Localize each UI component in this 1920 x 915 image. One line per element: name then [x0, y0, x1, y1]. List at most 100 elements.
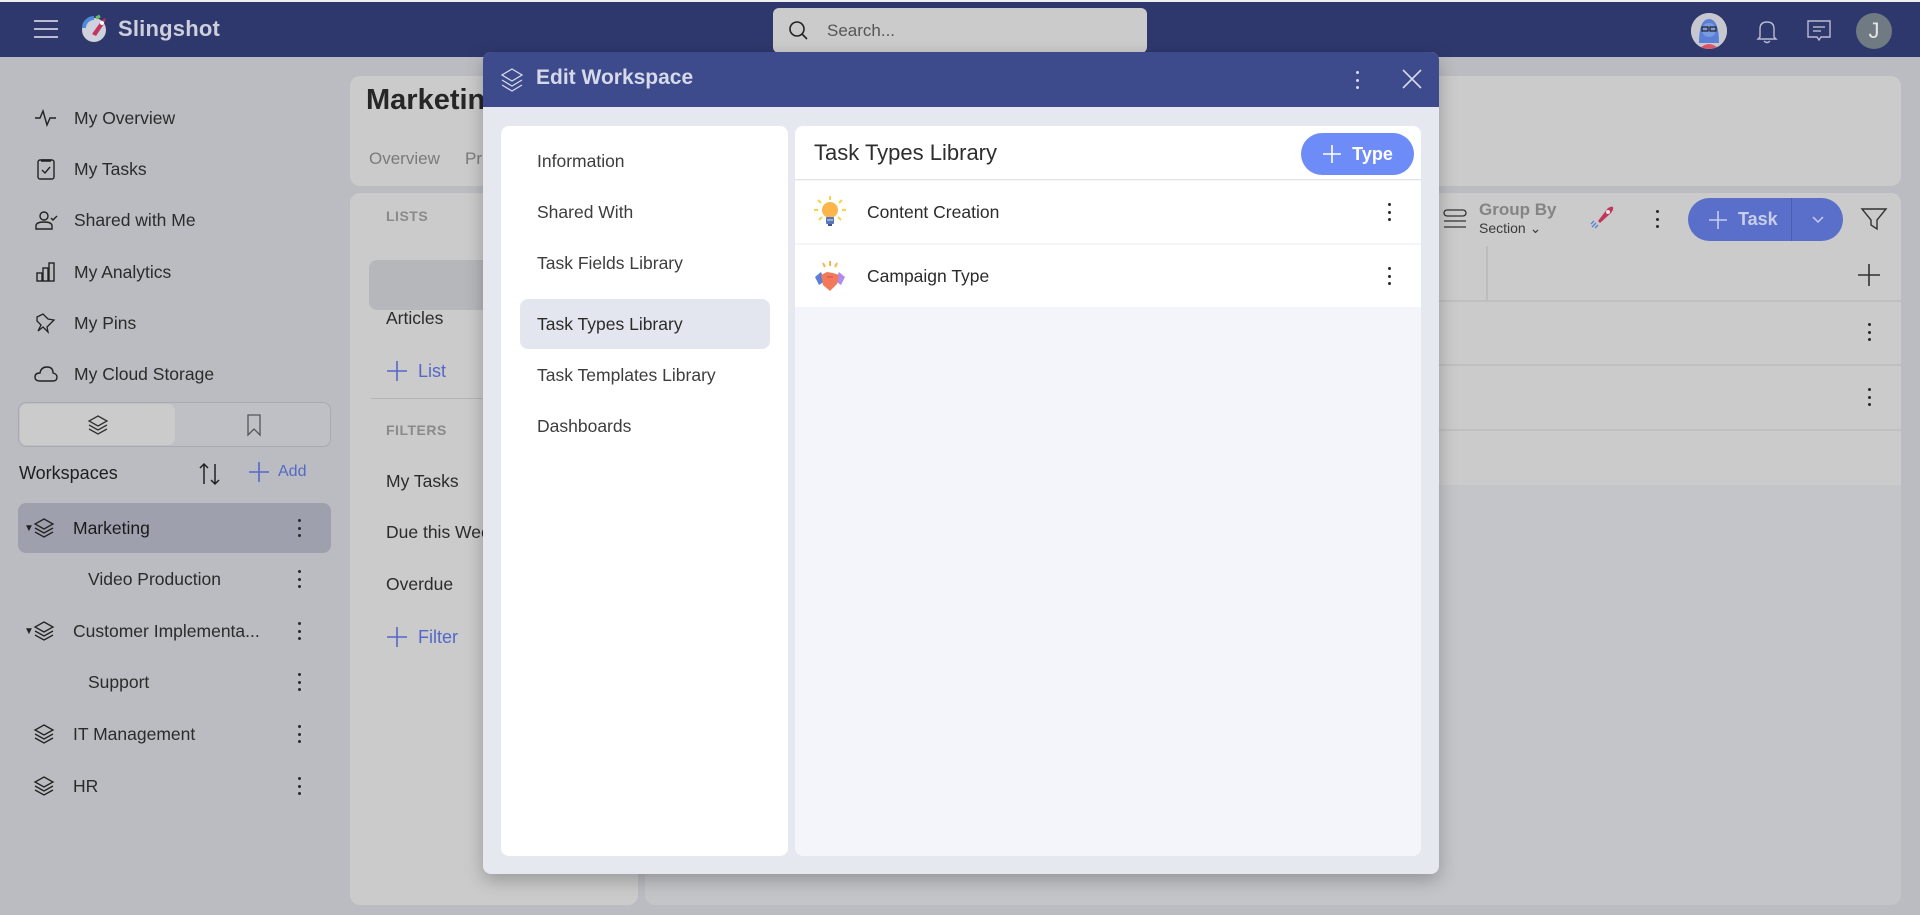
more-options-icon[interactable]	[1387, 267, 1391, 285]
sidebar-item-my-overview[interactable]: My Overview	[34, 101, 175, 135]
sidebar-item-my-pins[interactable]: My Pins	[34, 306, 136, 340]
sidebar-item-my-analytics[interactable]: My Analytics	[34, 255, 171, 289]
more-options-icon[interactable]	[297, 725, 301, 743]
add-filter-button[interactable]: Filter	[386, 626, 458, 648]
toolbar-more-options-icon[interactable]	[1655, 210, 1659, 228]
plus-icon	[387, 361, 407, 381]
sidebar-item-label: My Analytics	[74, 261, 172, 282]
search-placeholder: Search...	[827, 20, 896, 40]
avatar-illustration-icon	[1691, 13, 1727, 49]
filter-item-my-tasks[interactable]: My Tasks	[386, 471, 459, 492]
task-type-label: Campaign Type	[867, 265, 990, 286]
more-options-icon[interactable]	[297, 519, 301, 537]
nav-task-types-library[interactable]: Task Types Library	[520, 299, 770, 349]
group-by-selector[interactable]: Group By Section ⌄	[1443, 200, 1556, 237]
add-workspace-button[interactable]: Add	[248, 461, 306, 483]
plus-icon	[249, 462, 269, 482]
row-more-options-icon[interactable]	[1867, 388, 1871, 406]
more-options-icon[interactable]	[297, 622, 301, 640]
sidebar-item-label: My Pins	[74, 312, 137, 333]
chevron-down-icon: ⌄	[1529, 220, 1542, 236]
group-icon	[1443, 208, 1467, 228]
sidebar-item-label: Shared with Me	[74, 209, 196, 230]
workspace-label: IT Management	[73, 723, 196, 744]
add-column-icon[interactable]	[1856, 262, 1882, 288]
sidebar-view-toggle	[18, 402, 331, 447]
user-avatar[interactable]: J	[1856, 13, 1892, 49]
workspace-item-hr[interactable]: HR	[18, 761, 331, 811]
profile-avatar[interactable]	[1691, 13, 1727, 49]
lightbulb-icon	[814, 196, 846, 226]
tab-overview[interactable]: Overview	[369, 149, 440, 169]
add-list-button[interactable]: List	[386, 360, 446, 382]
slingshot-logo-icon	[82, 14, 106, 42]
add-type-button[interactable]: Type	[1301, 133, 1414, 175]
search-icon	[789, 20, 808, 40]
dialog-more-options-icon[interactable]	[1355, 71, 1359, 89]
layers-icon	[33, 518, 55, 538]
workspace-item-video-production[interactable]: Video Production	[18, 554, 331, 604]
add-task-button[interactable]: Task	[1688, 198, 1843, 241]
messages-icon[interactable]	[1804, 16, 1834, 46]
left-sidebar: My Overview My Tasks Shared with Me My A…	[0, 57, 340, 915]
row-more-options-icon[interactable]	[1867, 323, 1871, 341]
plus-icon	[1323, 145, 1342, 163]
add-task-main[interactable]: Task	[1688, 198, 1792, 241]
plus-icon	[387, 627, 407, 647]
close-icon[interactable]	[1401, 68, 1423, 90]
bookmarks-tab[interactable]	[179, 404, 329, 445]
sidebar-item-my-tasks[interactable]: My Tasks	[34, 152, 147, 186]
rocket-icon[interactable]	[1588, 203, 1616, 231]
app-logo[interactable]: Slingshot	[80, 14, 220, 44]
column-divider	[1486, 246, 1488, 300]
layers-icon	[33, 724, 55, 744]
more-options-icon[interactable]	[1387, 203, 1391, 221]
group-by-title: Group By	[1479, 200, 1557, 219]
nav-shared-with[interactable]: Shared With	[520, 187, 770, 237]
add-workspace-label: Add	[278, 463, 307, 480]
add-task-label: Task	[1738, 209, 1778, 229]
filter-icon[interactable]	[1860, 205, 1888, 233]
task-types-panel: Task Types Library Type Content Creation	[795, 126, 1421, 856]
filter-item-due-this-week[interactable]: Due this Wee	[386, 522, 491, 543]
dialog-nav: Information Shared With Task Fields Libr…	[501, 126, 788, 856]
workspace-label: Marketing	[73, 517, 150, 538]
group-by-value: Section	[1479, 220, 1526, 236]
tab-pr[interactable]: Pr	[465, 149, 482, 169]
workspaces-tab[interactable]	[20, 404, 175, 445]
add-list-label: List	[418, 360, 447, 381]
nav-task-fields-library[interactable]: Task Fields Library	[520, 238, 770, 288]
menu-icon[interactable]	[34, 20, 58, 40]
list-item-articles[interactable]: Articles	[386, 308, 443, 329]
dialog-title: Edit Workspace	[536, 66, 694, 89]
more-options-icon[interactable]	[297, 777, 301, 795]
activity-icon	[35, 108, 56, 128]
sidebar-item-my-cloud-storage[interactable]: My Cloud Storage	[34, 357, 214, 391]
nav-task-templates-library[interactable]: Task Templates Library	[520, 350, 770, 400]
workspace-item-marketing[interactable]: ▼ Marketing	[18, 503, 331, 553]
nav-dashboards[interactable]: Dashboards	[520, 401, 770, 451]
workspace-item-customer-implementation[interactable]: ▼ Customer Implementa...	[18, 606, 331, 656]
pin-icon	[36, 313, 56, 334]
sidebar-item-shared-with-me[interactable]: Shared with Me	[34, 203, 196, 237]
workspace-item-support[interactable]: Support	[18, 657, 331, 707]
layers-icon	[33, 621, 55, 641]
search-input[interactable]: Search...	[773, 8, 1147, 53]
task-type-row[interactable]: Campaign Type	[795, 245, 1421, 307]
layers-icon	[87, 414, 108, 435]
notifications-bell-icon[interactable]	[1752, 16, 1782, 46]
app-name: Slingshot	[118, 16, 221, 41]
bookmark-icon	[247, 413, 261, 437]
workspaces-heading: Workspaces	[19, 463, 118, 483]
workspace-item-it-management[interactable]: IT Management	[18, 709, 331, 759]
add-task-dropdown[interactable]	[1792, 215, 1843, 225]
task-type-row[interactable]: Content Creation	[795, 181, 1421, 243]
handshake-icon	[815, 261, 845, 291]
workspace-label: Support	[88, 671, 150, 692]
more-options-icon[interactable]	[297, 673, 301, 691]
nav-information[interactable]: Information	[520, 136, 770, 186]
filter-item-overdue[interactable]: Overdue	[386, 574, 453, 595]
top-bar: Slingshot Search... J	[0, 0, 1920, 57]
more-options-icon[interactable]	[297, 570, 301, 588]
sort-icon[interactable]	[197, 460, 223, 488]
